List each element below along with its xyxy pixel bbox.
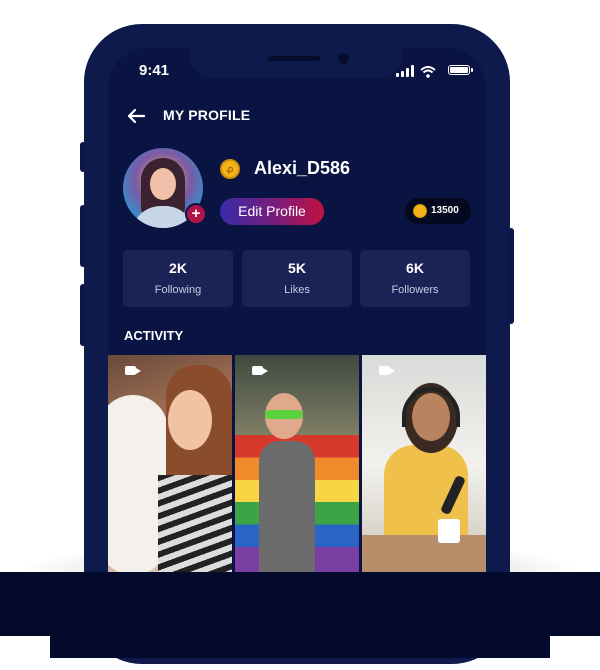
phone-notch xyxy=(190,48,402,78)
video-camera-icon xyxy=(252,366,268,375)
speaker-grille xyxy=(268,56,320,61)
stat-label: Following xyxy=(154,284,202,296)
status-time: 9:41 xyxy=(139,62,170,79)
stat-label: Likes xyxy=(284,284,310,296)
wifi-icon xyxy=(420,65,436,78)
status-icons xyxy=(380,65,473,78)
back-arrow-icon[interactable] xyxy=(126,106,146,126)
coin-balance[interactable]: 13500 xyxy=(405,198,471,224)
stat-value: 5K xyxy=(288,260,306,276)
stat-following[interactable]: 2K Following xyxy=(123,250,233,307)
coin-icon xyxy=(413,204,427,218)
activity-video-3[interactable] xyxy=(362,355,486,573)
add-photo-icon[interactable]: + xyxy=(185,203,207,225)
stat-value: 2K xyxy=(169,260,187,276)
front-camera xyxy=(338,53,349,64)
signal-icon xyxy=(396,65,414,77)
stat-likes[interactable]: 5K Likes xyxy=(242,250,352,307)
username: Alexi_D586 xyxy=(254,158,351,178)
coin-balance-value: 13500 xyxy=(431,205,459,216)
phone-screen: 9:41 MY PROFILE + ꝓ Alexi_D586 Edit Prof… xyxy=(108,48,486,648)
coin-badge-icon: ꝓ xyxy=(220,159,240,179)
activity-title: ACTIVITY xyxy=(124,328,184,343)
video-camera-icon xyxy=(125,366,141,375)
edit-profile-button[interactable]: Edit Profile xyxy=(220,198,324,225)
stat-value: 6K xyxy=(406,260,424,276)
stat-label: Followers xyxy=(391,284,439,296)
battery-icon xyxy=(448,65,473,75)
video-camera-icon xyxy=(379,366,395,375)
activity-video-2[interactable] xyxy=(235,355,359,573)
base-band xyxy=(0,572,600,636)
activity-video-1[interactable] xyxy=(108,355,232,573)
base-foot xyxy=(50,636,550,658)
page-title: MY PROFILE xyxy=(163,107,251,123)
stat-followers[interactable]: 6K Followers xyxy=(360,250,470,307)
